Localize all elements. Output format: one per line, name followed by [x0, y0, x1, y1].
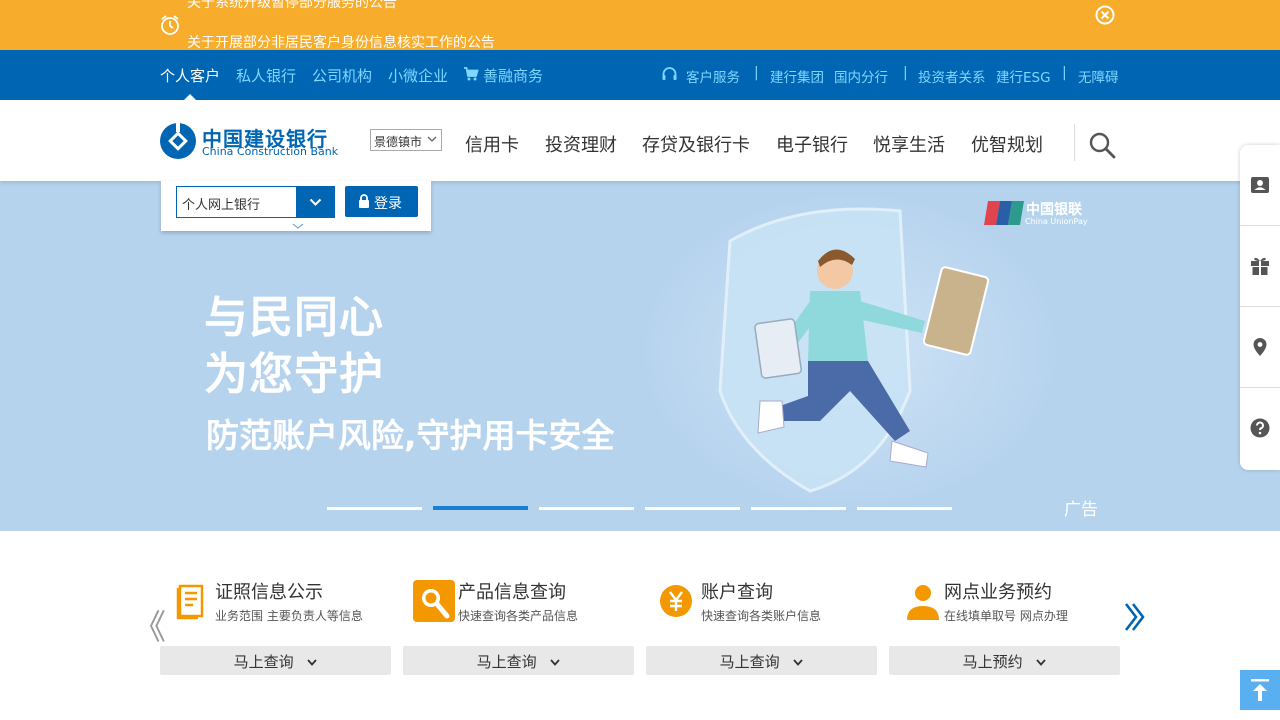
accessibility-link[interactable]: 无障碍 [1078, 66, 1119, 86]
carousel-next-button[interactable] [1124, 602, 1146, 632]
ccb-logo-icon[interactable] [159, 122, 197, 160]
arrow-up-icon [1251, 679, 1269, 701]
person-icon [907, 585, 939, 620]
sidebar-item-gift[interactable] [1240, 226, 1280, 307]
right-float-sidebar [1240, 145, 1280, 470]
expand-more-icon[interactable] [292, 223, 304, 229]
sidebar-item-help[interactable] [1240, 388, 1280, 469]
sidebar-item-account[interactable] [1240, 145, 1280, 226]
unionpay-text-en: China UnionPay [1025, 217, 1088, 226]
alarm-clock-icon [161, 15, 179, 35]
service-desc: 业务范围 主要负责人等信息 [215, 609, 363, 623]
query-now-button[interactable]: 马上查询 [646, 646, 877, 675]
query-now-button[interactable]: 马上查询 [160, 646, 391, 675]
location-pin-icon [1253, 338, 1267, 356]
carousel-dot[interactable] [645, 507, 740, 510]
service-title: 产品信息查询 [458, 582, 566, 603]
gift-icon [1251, 257, 1269, 275]
document-icon [176, 584, 204, 620]
nav-planning[interactable]: 优智规划 [971, 131, 1043, 157]
action-label: 马上查询 [476, 653, 537, 671]
chevron-down-icon [1036, 659, 1047, 666]
separator: | [1062, 65, 1067, 81]
city-name: 景德镇市 [374, 135, 423, 149]
tab-small-business[interactable]: 小微企业 [388, 65, 448, 86]
ad-label: 广告 [1064, 500, 1098, 520]
service-card-product: 产品信息查询 快速查询各类产品信息 马上查询 [403, 578, 635, 678]
lock-icon [359, 194, 369, 208]
action-label: 马上查询 [719, 653, 780, 671]
notice-line-2[interactable]: 关于开展部分非居民客户身份信息核实工作的公告 [187, 32, 495, 50]
yuan-coin-icon [660, 585, 692, 617]
login-button-label: 登录 [374, 196, 402, 212]
separator: | [903, 65, 908, 81]
question-icon [1250, 418, 1270, 438]
nav-life[interactable]: 悦享生活 [873, 131, 945, 157]
service-title: 账户查询 [701, 582, 773, 603]
login-panel: 个人网上银行 登录 [161, 181, 431, 231]
top-nav: 个人客户 私人银行 公司机构 小微企业 善融商务 客户服务 | 建行集团 国内分… [0, 50, 1280, 100]
city-selector[interactable]: 景德镇市 [370, 129, 442, 151]
tab-personal[interactable]: 个人客户 [160, 65, 220, 86]
back-to-top-button[interactable] [1240, 670, 1280, 710]
channel-dropdown-button[interactable] [296, 187, 334, 217]
shield-runner-illustration [718, 207, 990, 493]
chevron-down-icon [307, 659, 318, 666]
carousel-dot-active[interactable] [433, 506, 528, 510]
tab-shanrong[interactable]: 善融商务 [483, 65, 543, 86]
carousel-dot[interactable] [751, 507, 846, 510]
nav-investment[interactable]: 投资理财 [545, 131, 617, 157]
tab-corporate[interactable]: 公司机构 [312, 65, 372, 86]
unionpay-text-cn: 中国银联 [1026, 202, 1082, 218]
service-desc: 在线填单取号 网点办理 [944, 609, 1068, 623]
sidebar-item-location[interactable] [1240, 307, 1280, 388]
esg-link[interactable]: 建行ESG [996, 66, 1051, 86]
service-card-license: 证照信息公示 业务范围 主要负责人等信息 马上查询 [160, 578, 392, 678]
logo-text-en: China Construction Bank [202, 145, 339, 158]
main-header: 中国建设银行 China Construction Bank 景德镇市 信用卡 … [0, 100, 1280, 181]
service-desc: 快速查询各类产品信息 [458, 609, 579, 623]
nav-credit-card[interactable]: 信用卡 [465, 131, 519, 157]
notice-line-1[interactable]: 关于系统升级暂停部分服务的公告 [187, 0, 397, 12]
headset-icon [662, 67, 677, 80]
channel-select-value: 个人网上银行 [182, 198, 261, 213]
domestic-branch-link[interactable]: 国内分行 [834, 66, 888, 86]
banner-headline-1: 与民同心 [204, 292, 384, 343]
customer-service-link[interactable]: 客户服务 [686, 66, 740, 86]
service-title: 证照信息公示 [215, 582, 323, 603]
service-card-account: 账户查询 快速查询各类账户信息 马上查询 [646, 578, 878, 678]
query-now-button[interactable]: 马上查询 [403, 646, 634, 675]
banner-headline-2: 为您守护 [204, 349, 384, 400]
login-button[interactable]: 登录 [345, 186, 418, 217]
channel-select[interactable]: 个人网上银行 [176, 186, 335, 218]
cart-icon [464, 67, 479, 81]
chevron-down-icon [427, 136, 437, 142]
banner-subline: 防范账户风险,守护用卡安全 [206, 416, 615, 455]
chevron-down-icon [793, 659, 804, 666]
magnifier-icon [413, 580, 455, 622]
book-now-button[interactable]: 马上预约 [889, 646, 1120, 675]
close-icon[interactable] [1094, 4, 1116, 26]
notice-bar: 关于系统升级暂停部分服务的公告 关于开展部分非居民客户身份信息核实工作的公告 [0, 0, 1280, 50]
chevron-down-icon [309, 198, 322, 206]
id-card-icon [1251, 177, 1269, 193]
service-desc: 快速查询各类账户信息 [701, 609, 822, 623]
hero-banner[interactable]: 中国银联 China UnionPay 与民同心 为您守护 防范账户风险,守护用… [0, 181, 1280, 531]
service-card-appointment: 网点业务预约 在线填单取号 网点办理 马上预约 [889, 578, 1121, 678]
service-title: 网点业务预约 [944, 582, 1052, 603]
nav-e-banking[interactable]: 电子银行 [776, 131, 848, 157]
divider [1074, 124, 1075, 161]
action-label: 马上查询 [233, 653, 294, 671]
carousel-dot[interactable] [327, 507, 422, 510]
ccb-group-link[interactable]: 建行集团 [770, 66, 824, 86]
action-label: 马上预约 [962, 653, 1023, 671]
chevron-down-icon [550, 659, 561, 666]
tab-private-banking[interactable]: 私人银行 [236, 65, 296, 86]
carousel-dot[interactable] [539, 507, 634, 510]
investor-relations-link[interactable]: 投资者关系 [918, 66, 986, 86]
nav-deposit-loan-card[interactable]: 存贷及银行卡 [642, 131, 750, 157]
separator: | [754, 65, 759, 81]
search-icon[interactable] [1088, 131, 1116, 159]
carousel-dot[interactable] [857, 507, 952, 510]
